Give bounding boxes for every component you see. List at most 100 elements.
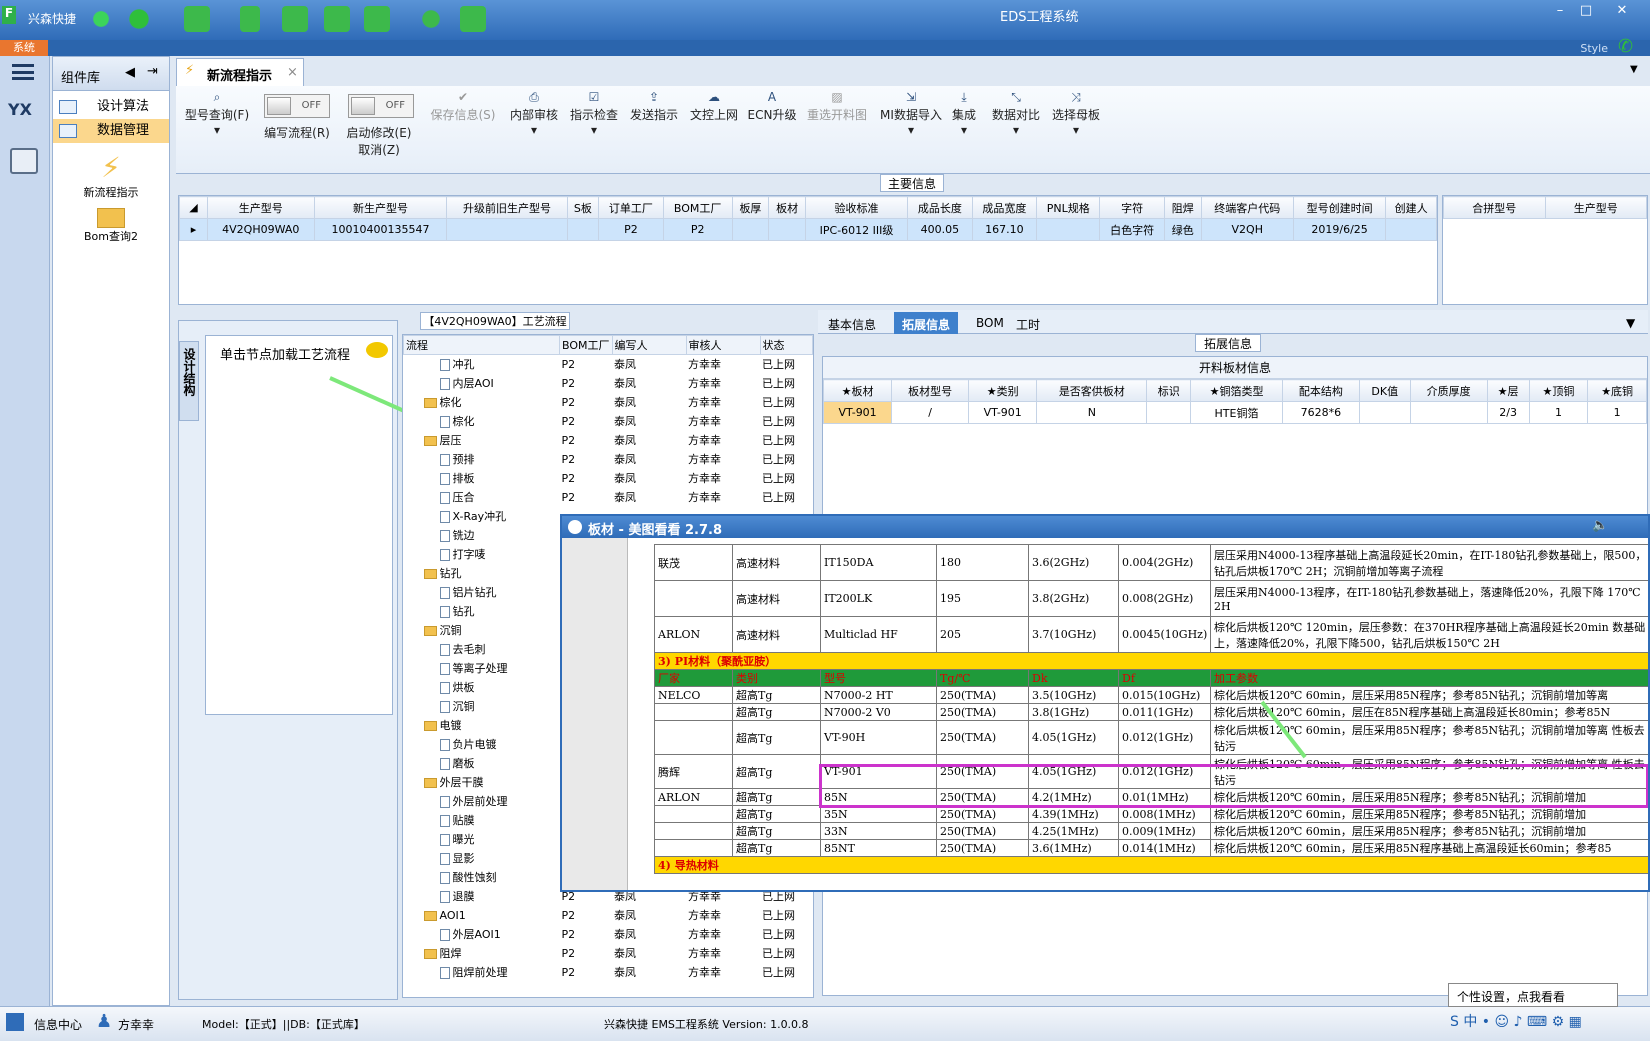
- grid-cell[interactable]: N: [1036, 401, 1148, 424]
- flow-tree-row[interactable]: 预排 P2 泰凤 方幸幸 已上网: [404, 450, 813, 469]
- column-header[interactable]: 配本结构: [1281, 379, 1360, 402]
- phone-icon[interactable]: ✆: [1618, 36, 1633, 57]
- data-compare-button[interactable]: ⤡ 数据对比 ▾: [988, 90, 1044, 137]
- grid-cell[interactable]: [1036, 218, 1101, 241]
- grid-cell[interactable]: [566, 218, 600, 241]
- flow-node[interactable]: 外层前处理: [404, 792, 560, 811]
- column-header[interactable]: 流程: [403, 335, 560, 355]
- grid-cell[interactable]: 绿色: [1163, 218, 1202, 241]
- column-header[interactable]: 验收标准: [804, 196, 909, 219]
- flow-node[interactable]: 钻孔: [404, 602, 560, 621]
- column-header[interactable]: ★板材: [822, 379, 893, 402]
- speaker-icon[interactable]: 🔈: [1592, 518, 1608, 533]
- column-header[interactable]: PNL规格: [1036, 196, 1101, 219]
- flow-tree-row[interactable]: 排板 P2 泰凤 方幸幸 已上网: [404, 469, 813, 488]
- grid-cell[interactable]: [446, 218, 568, 241]
- flow-tree-row[interactable]: 阻焊 P2 泰凤 方幸幸 已上网: [404, 944, 813, 963]
- ime-icon[interactable]: S 中 • ☺ ♪ ⌨ ⚙ ▦: [1450, 1011, 1640, 1035]
- column-header[interactable]: ★顶铜: [1528, 379, 1589, 402]
- component-item-design-algorithm[interactable]: 设计算法: [53, 95, 169, 119]
- doc-control-online-button[interactable]: ☁ 文控上网: [686, 90, 742, 123]
- flow-node[interactable]: 预排: [404, 450, 560, 469]
- column-header[interactable]: ★类别: [968, 379, 1038, 402]
- mi-import-button[interactable]: ⇲ MI数据导入 ▾: [876, 90, 946, 137]
- flow-node[interactable]: 曝光: [404, 830, 560, 849]
- column-header[interactable]: ★层: [1486, 379, 1530, 402]
- column-header[interactable]: 字符: [1099, 196, 1165, 219]
- column-header[interactable]: 介质厚度: [1409, 379, 1488, 402]
- film-icon[interactable]: [282, 6, 308, 32]
- flow-node[interactable]: 钻孔: [404, 564, 560, 583]
- system-menu[interactable]: 系统: [0, 40, 48, 56]
- grid-cell[interactable]: IPC-6012 III级: [804, 218, 909, 241]
- grid-cell[interactable]: P2: [662, 218, 733, 241]
- flow-node[interactable]: 打字唛: [404, 545, 560, 564]
- flow-node[interactable]: AOI1: [404, 906, 560, 925]
- flow-node[interactable]: 沉铜: [404, 621, 560, 640]
- reselect-cutting-chart-button[interactable]: ▨ 重选开料图: [802, 90, 872, 123]
- flow-node[interactable]: 磨板: [404, 754, 560, 773]
- tab-overflow-icon[interactable]: ▼: [1618, 312, 1643, 334]
- integrate-button[interactable]: ⤓ 集成 ▾: [946, 90, 982, 137]
- flow-node[interactable]: 棕化: [404, 412, 560, 431]
- flow-node[interactable]: 内层AOI: [404, 374, 560, 393]
- info-center-link[interactable]: 信息中心: [34, 1016, 82, 1033]
- flow-tree-row[interactable]: AOI1 P2 泰凤 方幸幸 已上网: [404, 906, 813, 925]
- calculator-icon[interactable]: [10, 148, 38, 174]
- column-header[interactable]: 阻焊: [1163, 196, 1202, 219]
- flow-tree-row[interactable]: 层压 P2 泰凤 方幸幸 已上网: [404, 431, 813, 450]
- grid-cell[interactable]: 白色字符: [1099, 218, 1165, 241]
- prev-icon[interactable]: ◀: [125, 65, 135, 80]
- column-header[interactable]: 成品长度: [907, 196, 973, 219]
- flow-node[interactable]: 沉铜: [404, 697, 560, 716]
- write-flow-toggle[interactable]: OFF: [264, 94, 330, 118]
- internal-review-button[interactable]: ⎙ 内部审核 ▾: [506, 90, 562, 137]
- grid-cell[interactable]: [1385, 218, 1437, 241]
- flow-node[interactable]: 电镀: [404, 716, 560, 735]
- flow-tree-row[interactable]: 内层AOI P2 泰凤 方幸幸 已上网: [404, 374, 813, 393]
- chart-icon[interactable]: [460, 6, 486, 32]
- table-row[interactable]: ▸ 4V2QH09WA0 10010400135547 P2 P2 IPC-6012 II…: [179, 218, 1437, 241]
- flow-node[interactable]: 阻焊: [404, 944, 560, 963]
- column-header[interactable]: 终端客户代码: [1200, 196, 1294, 219]
- tab-basic-info[interactable]: 基本信息: [820, 312, 884, 334]
- start-modify-toggle[interactable]: OFF: [348, 94, 414, 118]
- column-header[interactable]: 标识: [1146, 379, 1192, 402]
- flow-node[interactable]: 显影: [404, 849, 560, 868]
- column-header[interactable]: 升级前旧生产型号: [446, 196, 568, 219]
- grid-cell[interactable]: [1146, 401, 1192, 424]
- grid-cell[interactable]: P2: [598, 218, 664, 241]
- grid-cell[interactable]: 167.10: [971, 218, 1038, 241]
- flow-node[interactable]: X-Ray冲孔: [404, 507, 560, 526]
- style-menu[interactable]: Style: [1580, 42, 1608, 55]
- user-icon[interactable]: [418, 6, 444, 32]
- flow-tree-row[interactable]: 压合 P2 泰凤 方幸幸 已上网: [404, 488, 813, 507]
- column-header[interactable]: 审核人: [685, 335, 761, 355]
- save-info-button[interactable]: ✔ 保存信息(S): [428, 90, 498, 123]
- tab-extended-info[interactable]: 拓展信息: [894, 312, 959, 334]
- cancel-label[interactable]: 取消(Z): [358, 143, 400, 157]
- tab-design-structure[interactable]: 设计结构: [179, 341, 199, 421]
- send-instruction-button[interactable]: ⇪ 发送指示: [626, 90, 682, 123]
- flow-tree-row[interactable]: 棕化 P2 泰凤 方幸幸 已上网: [404, 393, 813, 412]
- grid-cell[interactable]: [1409, 401, 1488, 424]
- tab-overflow-icon[interactable]: ▼: [1630, 64, 1638, 75]
- tools-icon[interactable]: [324, 6, 350, 32]
- flow-tree-row[interactable]: 阻焊前处理 P2 泰凤 方幸幸 已上网: [404, 963, 813, 982]
- grid-cell[interactable]: 10010400135547: [313, 218, 448, 241]
- flow-node[interactable]: 铣边: [404, 526, 560, 545]
- bom-query-item[interactable]: Bom查询2: [53, 208, 169, 244]
- column-header[interactable]: ★底铜: [1587, 379, 1647, 402]
- image-viewer-window[interactable]: 板材 - 美图看看 2.7.8 🔈 联茂 高速材料 IT150DA 180 3.6(2G…: [560, 514, 1650, 892]
- minimize-button[interactable]: –: [1548, 2, 1572, 20]
- scissors-icon[interactable]: [240, 6, 260, 32]
- grid-cell[interactable]: 4V2QH09WA0: [207, 218, 315, 241]
- tab-close-icon[interactable]: ×: [287, 65, 298, 80]
- search-icon[interactable]: [88, 6, 114, 32]
- grid-cell[interactable]: 2/3: [1486, 401, 1530, 424]
- flow-node[interactable]: 退膜: [404, 887, 560, 906]
- flow-node[interactable]: 烘板: [404, 678, 560, 697]
- column-header[interactable]: S板: [566, 196, 600, 219]
- flow-node[interactable]: 排板: [404, 469, 560, 488]
- column-header[interactable]: BOM工厂: [559, 335, 613, 355]
